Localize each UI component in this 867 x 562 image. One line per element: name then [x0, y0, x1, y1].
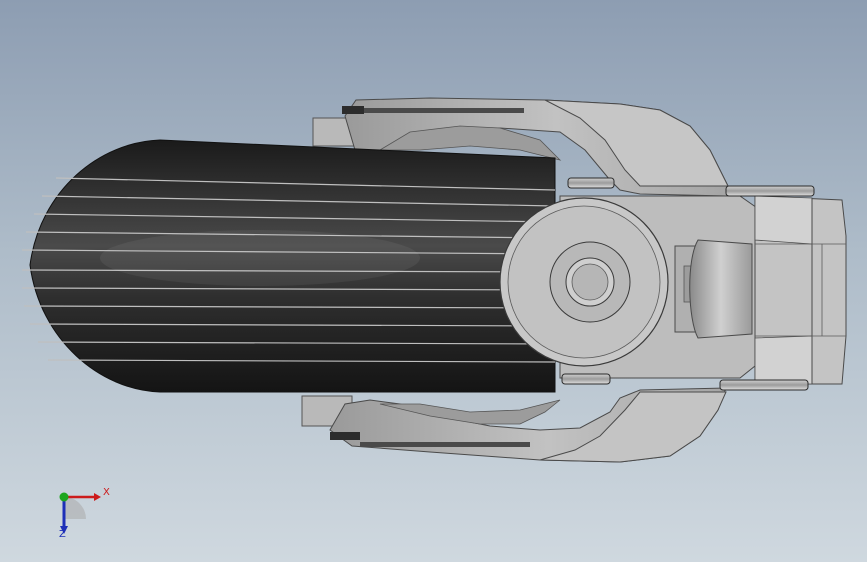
right-clevis-block[interactable]: [754, 195, 847, 385]
3d-model-view[interactable]: [0, 0, 867, 562]
side-support-plate[interactable]: [674, 239, 753, 339]
graphics-viewport[interactable]: X Z: [0, 0, 867, 562]
lower-bracket-arm[interactable]: [301, 387, 727, 463]
z-axis-label: Z: [59, 529, 66, 540]
grooved-roller[interactable]: [21, 139, 556, 393]
coordinate-triad: X Z: [50, 484, 120, 544]
x-axis-label: X: [103, 487, 110, 498]
